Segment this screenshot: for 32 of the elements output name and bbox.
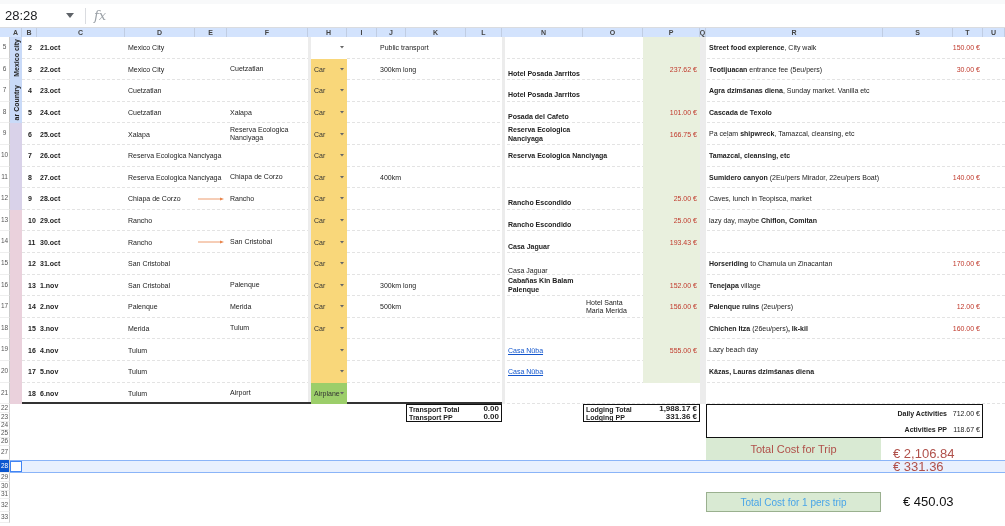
dropdown-arrow-icon xyxy=(340,89,344,93)
dropdown-arrow-icon xyxy=(66,13,74,18)
total-value: 0.00 xyxy=(483,405,499,414)
dropdown-arrow-icon xyxy=(340,262,344,266)
total-value: 331.36 € xyxy=(665,413,697,422)
row-value: € 331.36 xyxy=(892,460,944,474)
active-cell[interactable] xyxy=(10,461,22,473)
transport-dropdown[interactable] xyxy=(311,360,347,383)
cell-reference[interactable]: 28:28 xyxy=(5,8,57,23)
dropdown-arrow-icon xyxy=(340,348,344,352)
dropdown-arrow-icon xyxy=(340,305,344,309)
dropdown-arrow-icon xyxy=(340,391,344,395)
select-all-corner[interactable] xyxy=(0,28,10,37)
dropdown-arrow-icon xyxy=(340,132,344,136)
dropdown-arrow-icon xyxy=(340,154,344,158)
dropdown-arrow-icon xyxy=(340,46,344,50)
dropdown-arrow-icon xyxy=(340,283,344,287)
dropdown-arrow-icon xyxy=(340,327,344,330)
per-person-total-label: Total Cost for 1 pers trip xyxy=(706,492,881,513)
total-value: 1,988.17 € xyxy=(659,405,697,414)
total-value: 0.00 xyxy=(483,413,499,422)
trip-total-value: € 2,106.84 xyxy=(892,445,956,461)
dropdown-arrow-icon xyxy=(340,175,344,179)
trip-total-label: Total Cost for Trip xyxy=(706,438,881,461)
dropdown-arrow-icon xyxy=(340,370,344,374)
function-label: fx xyxy=(94,8,107,23)
per-person-total-value: € 450.03 xyxy=(902,493,955,512)
dropdown-arrow-icon xyxy=(340,197,344,201)
dropdown-arrow-icon xyxy=(340,219,344,223)
dropdown-arrow-icon xyxy=(340,67,344,71)
dropdown-arrow-icon xyxy=(340,240,344,244)
dropdown-arrow-icon xyxy=(340,111,344,115)
